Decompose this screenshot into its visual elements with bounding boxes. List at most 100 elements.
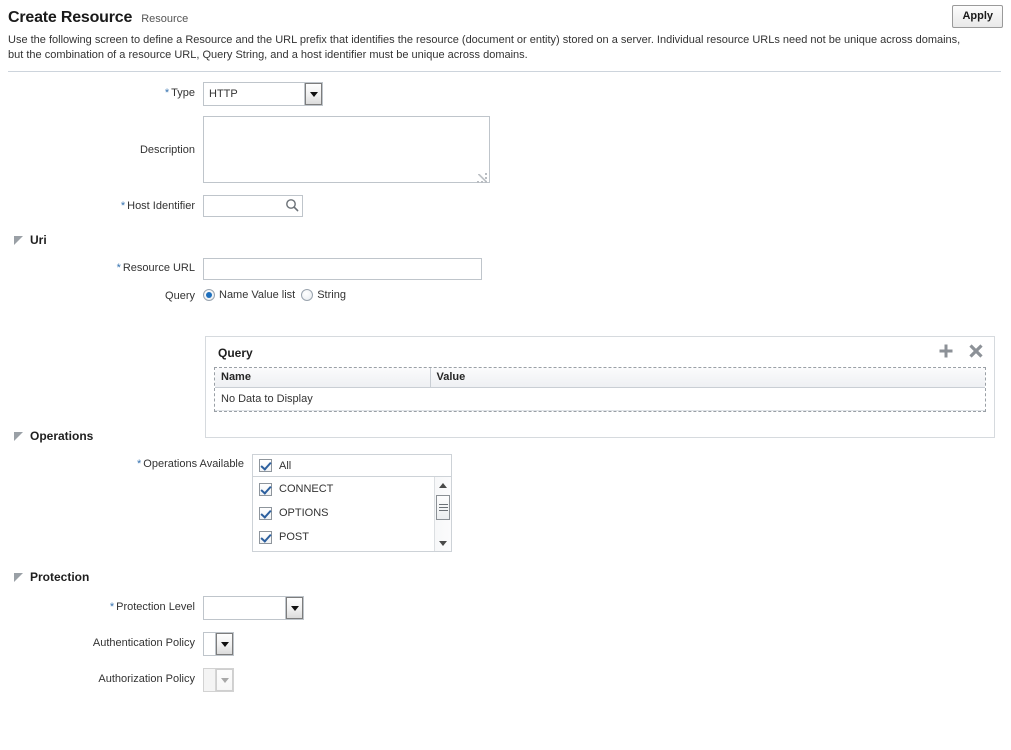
list-item[interactable]: POST	[253, 525, 451, 549]
scrollbar-thumb[interactable]	[436, 495, 450, 520]
plus-icon[interactable]	[938, 343, 954, 362]
column-header-value[interactable]: Value	[430, 368, 985, 388]
field-row-authorization-policy: Authorization Policy	[0, 668, 1011, 692]
operations-available-control: All CONNECT OPTIONS POST	[252, 454, 452, 552]
table-row-empty: No Data to Display	[215, 387, 985, 411]
description-label: Description	[0, 116, 203, 156]
query-panel-toolbar	[938, 343, 984, 362]
apply-button[interactable]: Apply	[952, 5, 1003, 28]
field-row-operations-available: * Operations Available All CONNECT OPTION…	[0, 454, 1011, 552]
radio-string-label: String	[317, 289, 346, 301]
description-label-text: Description	[139, 144, 195, 156]
query-type-label-text: Query	[165, 290, 195, 302]
operations-item-all[interactable]: All	[252, 454, 452, 476]
authentication-policy-label-text: Authentication Policy	[92, 637, 195, 649]
protection-level-select[interactable]	[203, 596, 304, 620]
protection-level-select-value	[204, 597, 285, 619]
query-table-header-row: Name Value	[215, 368, 985, 388]
protection-level-label-text: Protection Level	[116, 601, 195, 613]
operations-list-scrollbar[interactable]	[434, 477, 451, 551]
query-table-body: No Data to Display	[215, 387, 985, 411]
protection-section: Protection * Protection Level Authenticat…	[0, 570, 1011, 692]
authorization-policy-control	[203, 668, 234, 692]
query-type-radio-group: Name Value list String	[203, 289, 352, 301]
required-marker: *	[164, 87, 170, 99]
uri-section-title: Uri	[30, 233, 47, 247]
host-identifier-search-wrap	[203, 195, 303, 217]
checkbox-icon[interactable]	[259, 530, 272, 544]
column-header-name[interactable]: Name	[215, 368, 431, 388]
cross-icon[interactable]	[968, 343, 984, 362]
chevron-down-icon[interactable]	[304, 83, 322, 105]
operations-section: Operations * Operations Available All CON…	[0, 429, 1011, 552]
instructions-text: Use the following screen to define a Res…	[8, 34, 961, 61]
authorization-policy-select	[203, 668, 234, 692]
query-table-wrap: Name Value No Data to Display	[214, 367, 986, 412]
radio-dot-icon	[203, 289, 215, 301]
authentication-policy-select[interactable]	[203, 632, 234, 656]
page-title: Create Resource	[8, 9, 133, 26]
host-identifier-label-text: Host Identifier	[127, 200, 195, 212]
resource-url-label-text: Resource URL	[122, 262, 195, 274]
list-item-label: OPTIONS	[279, 507, 329, 519]
uri-section-header[interactable]: Uri	[0, 233, 1011, 247]
required-marker: *	[137, 458, 142, 470]
host-identifier-label: * Host Identifier	[0, 195, 203, 212]
field-row-protection-level: * Protection Level	[0, 596, 1011, 620]
search-icon[interactable]	[285, 198, 299, 212]
scroll-up-arrow-icon[interactable]	[435, 477, 451, 493]
header-divider	[8, 71, 1001, 72]
operations-section-title: Operations	[30, 429, 94, 443]
type-control: HTTP	[203, 82, 323, 106]
chevron-down-icon[interactable]	[215, 633, 233, 655]
list-item-label: POST	[279, 531, 309, 543]
resource-url-input[interactable]	[203, 258, 482, 280]
protection-section-title: Protection	[30, 570, 90, 584]
chevron-down-icon[interactable]	[285, 597, 303, 619]
scroll-down-arrow-icon[interactable]	[435, 535, 451, 551]
operations-scroll-list[interactable]: CONNECT OPTIONS POST PUT	[252, 476, 452, 552]
disclosure-triangle-icon[interactable]	[14, 572, 23, 582]
field-row-description: Description	[0, 116, 1011, 186]
list-item[interactable]: OPTIONS	[253, 501, 451, 525]
disclosure-triangle-icon[interactable]	[14, 235, 23, 245]
authorization-policy-label: Authorization Policy	[0, 668, 203, 685]
operations-checkbox-list: All CONNECT OPTIONS POST	[252, 454, 452, 552]
chevron-down-icon	[215, 669, 233, 691]
authentication-policy-control	[203, 632, 234, 656]
checkbox-icon[interactable]	[259, 459, 272, 472]
radio-string[interactable]: String	[301, 289, 346, 301]
type-label-text: Type	[171, 87, 195, 99]
operations-available-label: * Operations Available	[0, 454, 252, 470]
list-item[interactable]: CONNECT	[253, 477, 451, 501]
required-marker: *	[109, 601, 115, 613]
type-select[interactable]: HTTP	[203, 82, 323, 106]
radio-dot-icon	[301, 289, 314, 301]
type-select-value: HTTP	[209, 88, 238, 100]
host-identifier-control	[203, 195, 303, 217]
query-type-label: Query	[0, 289, 203, 302]
field-row-resource-url: * Resource URL	[0, 258, 1011, 280]
description-control	[203, 116, 490, 186]
operations-available-label-text: Operations Available	[143, 458, 244, 470]
disclosure-triangle-icon[interactable]	[14, 431, 23, 441]
checkbox-icon[interactable]	[259, 482, 272, 496]
protection-section-header[interactable]: Protection	[0, 570, 1011, 584]
query-panel: Query Name Value No Data to Display	[205, 336, 995, 438]
uri-section: Uri * Resource URL Query Name Value list …	[0, 233, 1011, 302]
operations-item-all-label: All	[279, 459, 292, 472]
field-row-authentication-policy: Authentication Policy	[0, 632, 1011, 656]
type-label: * Type	[0, 82, 203, 99]
protection-level-control	[203, 596, 304, 620]
list-item[interactable]: PUT	[253, 549, 451, 551]
title-row: Create Resource Resource	[8, 9, 1001, 27]
page-subtitle: Resource	[141, 13, 189, 25]
radio-name-value-list-label: Name Value list	[219, 289, 296, 301]
general-fields: * Type HTTP Description * Host Identifie…	[0, 82, 1011, 217]
radio-name-value-list[interactable]: Name Value list	[203, 289, 295, 301]
description-textarea[interactable]	[203, 116, 490, 183]
query-table: Name Value No Data to Display	[215, 368, 985, 411]
field-row-query-type: Query Name Value list String	[0, 289, 1011, 302]
checkbox-icon[interactable]	[259, 506, 272, 520]
query-panel-title: Query	[218, 345, 253, 360]
